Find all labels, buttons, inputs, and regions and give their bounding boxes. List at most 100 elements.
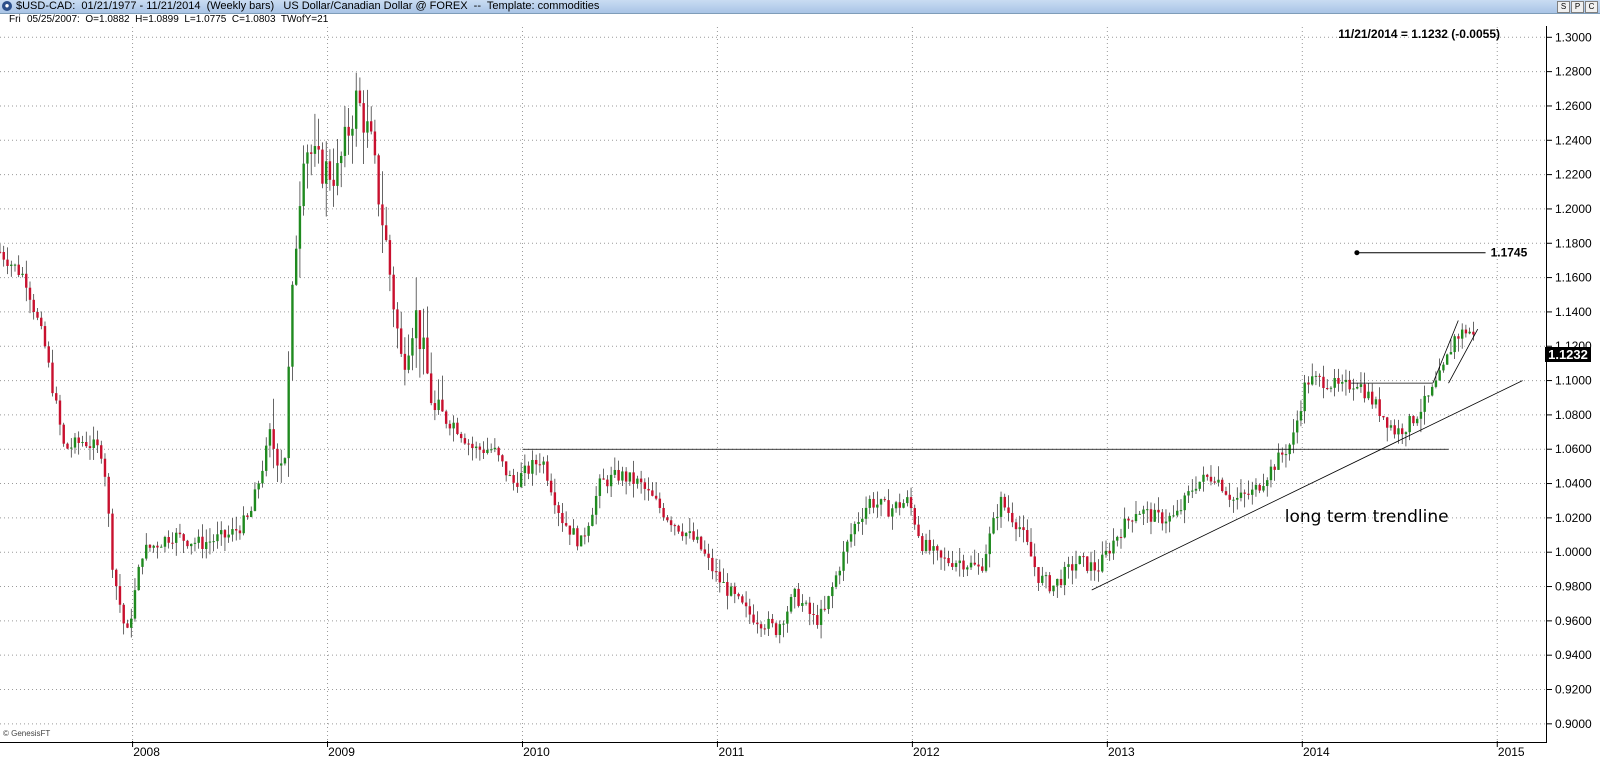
candle-up xyxy=(212,541,215,543)
candle-up xyxy=(92,439,95,448)
candle-down xyxy=(2,251,5,260)
candle-down xyxy=(1281,452,1284,455)
candle-down xyxy=(43,326,47,347)
candle-down xyxy=(583,535,587,537)
candle-down xyxy=(332,179,335,186)
candle-down xyxy=(606,479,609,487)
candle-down xyxy=(1003,496,1006,508)
candle-down xyxy=(917,524,920,537)
candle-up xyxy=(819,608,823,625)
candle-up xyxy=(958,560,961,564)
candle-down xyxy=(272,429,275,449)
candle-up xyxy=(1460,329,1464,339)
candle-down xyxy=(872,498,875,508)
candle-up xyxy=(1067,564,1070,567)
candle-up xyxy=(846,541,849,552)
candle-up xyxy=(190,543,193,547)
candle-up xyxy=(163,536,167,547)
x-tick-label: 2015 xyxy=(1498,745,1525,759)
candle-up xyxy=(422,337,425,350)
candle-up xyxy=(932,546,935,551)
candle-down xyxy=(6,259,9,266)
candle-up xyxy=(1266,480,1269,486)
candle-up xyxy=(636,478,639,484)
candle-up xyxy=(804,602,808,604)
candle-up xyxy=(572,528,575,535)
candle-up xyxy=(1303,382,1306,412)
candle-up xyxy=(688,531,692,534)
candle-up xyxy=(1389,425,1393,428)
candle-up xyxy=(1314,375,1318,377)
price-chart[interactable]: 0.9000 0.9200 0.9400 0.9600 0.9800 1.0000 1.02… xyxy=(0,0,1600,771)
candle-down xyxy=(478,446,482,450)
candle-down xyxy=(1026,530,1029,542)
candle-down xyxy=(673,525,677,527)
candle-down xyxy=(392,274,395,310)
candle-down xyxy=(1322,376,1325,389)
candle-down xyxy=(1228,494,1231,500)
candle-down xyxy=(928,539,931,551)
candle-up xyxy=(853,523,857,535)
candle-down xyxy=(737,593,740,597)
candle-up xyxy=(831,586,834,597)
candle-up xyxy=(1296,420,1299,433)
candle-down xyxy=(823,608,827,610)
candle-down xyxy=(759,624,763,629)
candle-up xyxy=(598,478,602,496)
candle-up xyxy=(227,534,230,538)
x-tick-label: 2009 xyxy=(328,745,355,759)
candle-up xyxy=(298,206,302,249)
target-dot xyxy=(1354,250,1360,256)
candle-down xyxy=(115,569,118,587)
candle-down xyxy=(276,448,279,466)
candle-down xyxy=(148,544,152,548)
candle-down xyxy=(553,492,557,506)
candle-down xyxy=(234,529,238,531)
candle-up xyxy=(789,596,793,612)
candle-up xyxy=(834,575,838,587)
y-tick-label: 1.0000 xyxy=(1555,545,1592,559)
candle-up xyxy=(489,449,493,451)
candle-up xyxy=(1179,510,1183,512)
candle-down xyxy=(921,536,924,552)
candle-up xyxy=(287,366,290,459)
y-tick-label: 1.0800 xyxy=(1555,408,1592,422)
candle-up xyxy=(906,497,909,504)
y-tick-label: 1.1800 xyxy=(1555,236,1592,250)
candle-down xyxy=(463,438,467,444)
candle-down xyxy=(977,564,980,567)
candle-down xyxy=(1033,556,1036,568)
candle-down xyxy=(1108,550,1111,554)
candle-up xyxy=(1194,488,1198,491)
candle-down xyxy=(1082,556,1085,558)
candle-down xyxy=(238,530,242,534)
y-tick-label: 0.9600 xyxy=(1555,614,1592,628)
candle-up xyxy=(1044,575,1048,577)
candle-up xyxy=(1367,391,1370,399)
candle-down xyxy=(512,475,515,483)
candle-down xyxy=(913,508,916,525)
candle-up xyxy=(1408,416,1411,433)
candle-down xyxy=(909,497,913,509)
candle-up xyxy=(879,499,883,505)
candle-down xyxy=(1022,527,1025,531)
candle-down xyxy=(1011,512,1014,523)
candle-down xyxy=(418,310,422,350)
candle-down xyxy=(774,623,778,635)
y-tick-label: 1.1000 xyxy=(1555,374,1592,388)
candle-up xyxy=(1333,378,1336,388)
candle-down xyxy=(883,499,886,501)
candle-up xyxy=(411,338,414,356)
candle-up xyxy=(279,463,283,466)
candle-down xyxy=(692,531,695,540)
candle-up xyxy=(1041,575,1044,583)
candle-up xyxy=(1198,481,1201,489)
candle-down xyxy=(1213,481,1216,483)
candle-down xyxy=(714,571,718,573)
candle-up xyxy=(1153,509,1156,522)
candle-down xyxy=(718,571,722,583)
candle-down xyxy=(816,615,819,625)
candle-down xyxy=(654,495,658,499)
candle-up xyxy=(542,461,545,465)
candle-down xyxy=(711,557,714,572)
